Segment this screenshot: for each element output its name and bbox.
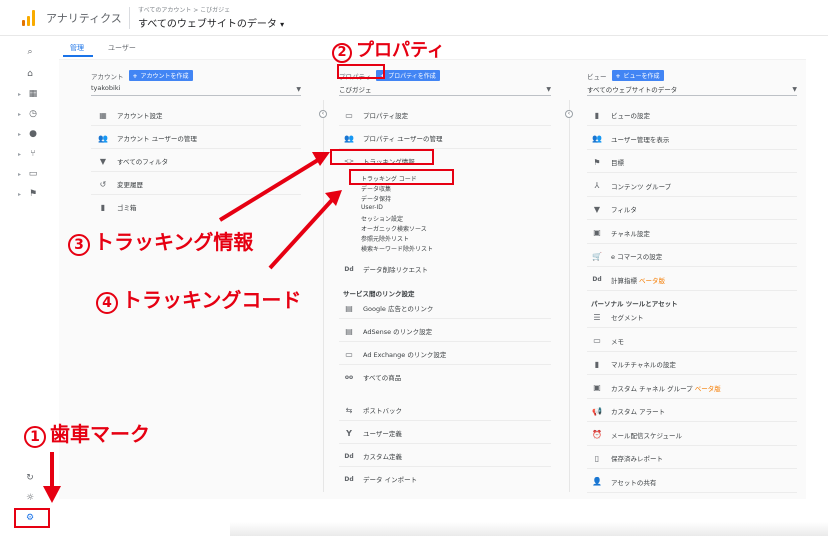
annotation-number-2: 2 (332, 42, 352, 63)
arrow-to-tracking-code (268, 198, 334, 270)
highlight-tracking-code-box (349, 169, 454, 185)
ga-admin-screen: アナリティクス すべてのアカウント > こびガジェ すべてのウェブサイトのデータ… (0, 0, 828, 536)
highlight-gear-box (14, 508, 50, 528)
annotation-tracking-code: 4 トラッキングコード (96, 284, 301, 314)
annotation-tracking-code-text: トラッキングコード (122, 288, 302, 312)
annotation-gear-text: 歯車マーク (50, 422, 150, 446)
annotation-number-1: 1 (24, 426, 46, 448)
highlight-property-box (337, 64, 385, 79)
annotation-tracking-info-text: トラッキング情報 (94, 230, 254, 254)
annotation-tracking-info: 3 トラッキング情報 (68, 226, 253, 256)
arrow-to-tracking-info (218, 158, 320, 222)
highlight-tracking-info-box (330, 149, 434, 165)
annotation-property-text: プロパティ (356, 40, 445, 61)
annotation-property: 2 プロパティ (332, 36, 445, 63)
annotation-arrows (43, 152, 342, 503)
annotation-number-3: 3 (68, 234, 90, 256)
arrowhead (43, 486, 61, 503)
annotation-gear: 1 歯車マーク (24, 418, 150, 448)
annotation-number-4: 4 (96, 292, 118, 314)
